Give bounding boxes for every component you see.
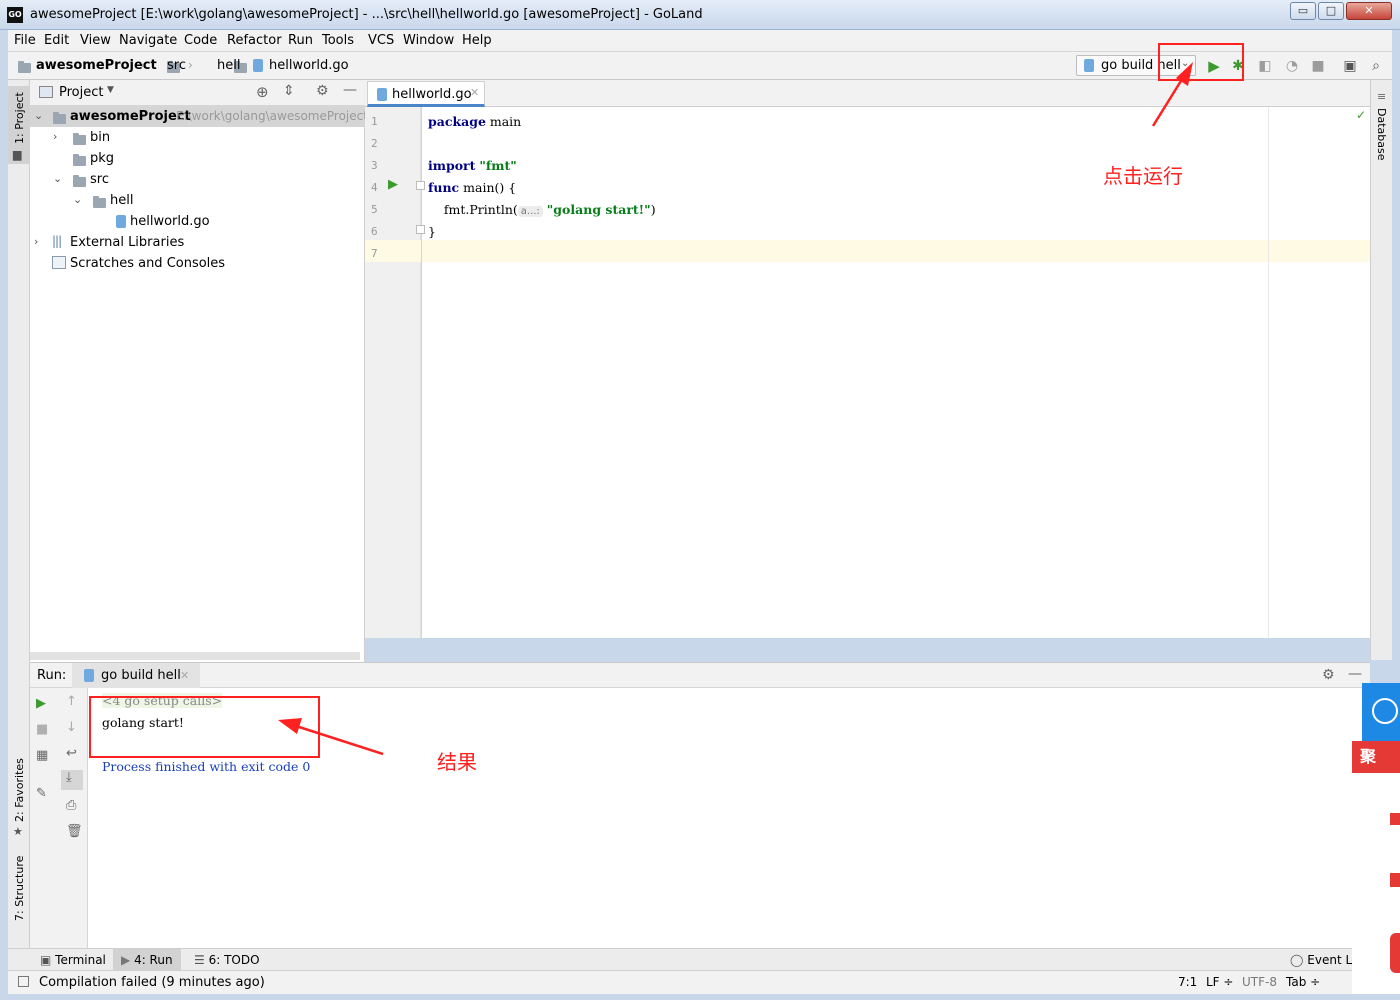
run-annotation-arrow (1151, 75, 1186, 127)
annotation-result-hint: 结果 (437, 750, 477, 774)
overlay-decoration (1390, 813, 1400, 825)
annotation-run-hint: 点击运行 (1103, 164, 1183, 188)
overlay-side-panel (1352, 773, 1400, 994)
overlay-decoration (1390, 873, 1400, 887)
arrow-head (1176, 62, 1193, 86)
result-annotation-arrow (295, 724, 384, 756)
overlay-tag-label: 聚 (1360, 747, 1377, 766)
annotation-arrows (278, 62, 1193, 756)
block-icon (1372, 698, 1398, 724)
overlay-decoration (1390, 933, 1400, 973)
overlay-widget-button[interactable] (1362, 683, 1400, 741)
arrow-head (278, 718, 302, 734)
overlay-tag[interactable]: 聚 (1352, 741, 1400, 773)
